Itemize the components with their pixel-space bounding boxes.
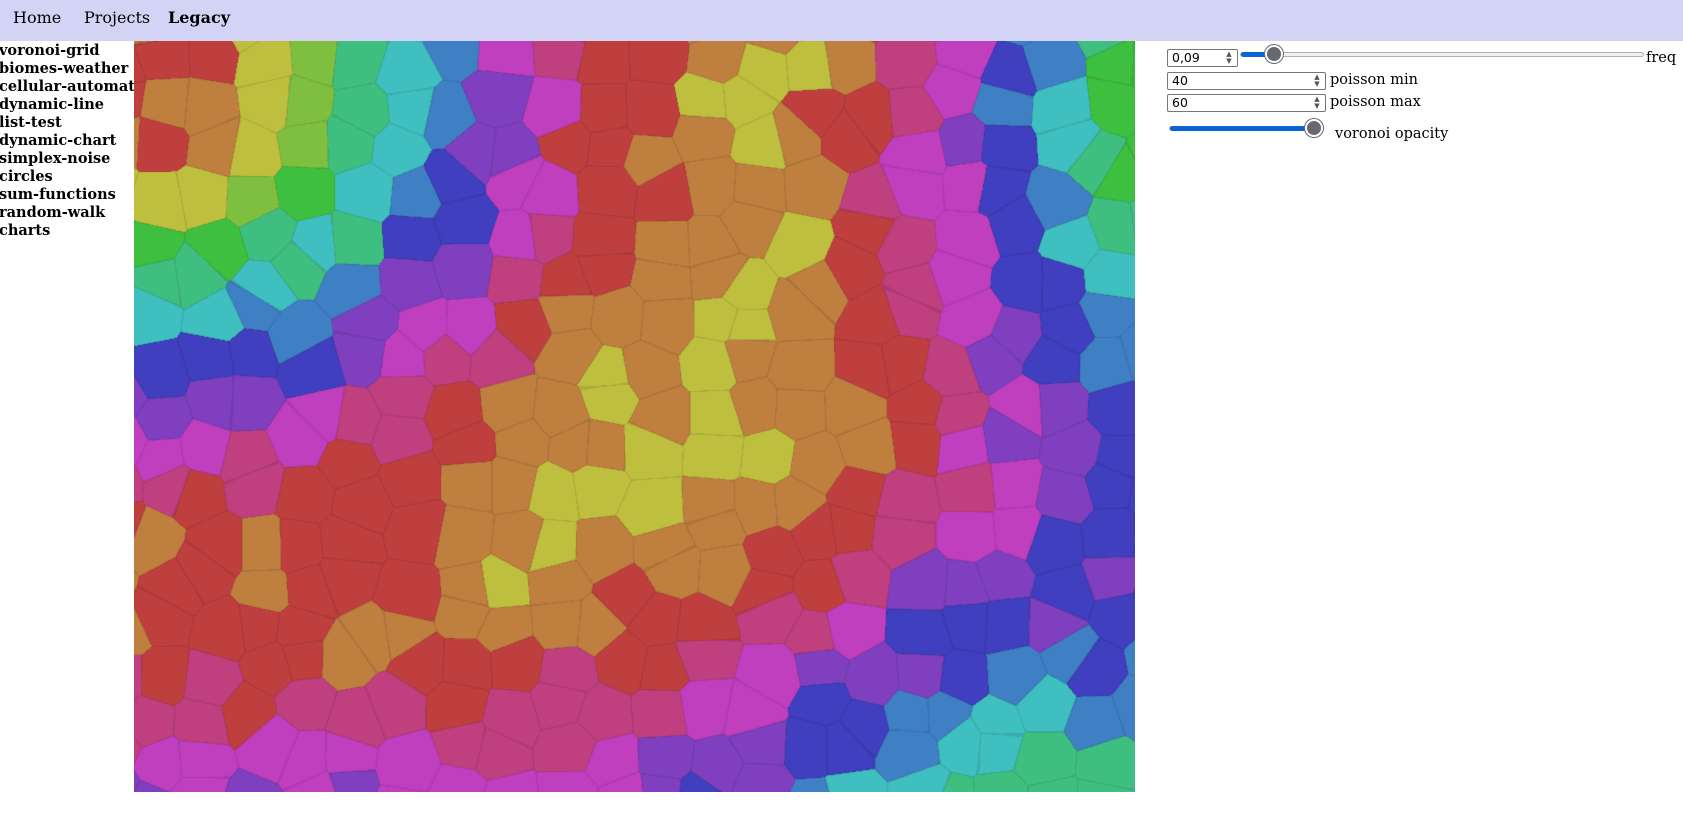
voronoi-opacity-slider-thumb[interactable] (1305, 119, 1323, 137)
poisson-min-value: 40 (1172, 73, 1188, 88)
freq-value: 0,09 (1172, 50, 1200, 65)
voronoi-canvas[interactable] (134, 41, 1135, 792)
freq-label: freq (1646, 50, 1677, 66)
freq-spinner-icon[interactable]: ▲ ▼ (1223, 51, 1235, 65)
nav-legacy-link[interactable]: Legacy (168, 8, 230, 27)
sidebar-item-list-test[interactable]: list-test (0, 114, 130, 132)
poisson-min-spinner-icon[interactable]: ▲ ▼ (1311, 74, 1323, 88)
voronoi-opacity-slider[interactable] (1169, 119, 1323, 137)
sidebar-item-charts[interactable]: charts (0, 222, 130, 240)
poisson-max-spinner-icon[interactable]: ▲ ▼ (1311, 96, 1323, 110)
sidebar-item-cellular-automata[interactable]: cellular-automata (0, 78, 144, 96)
freq-slider-thumb[interactable] (1265, 45, 1284, 63)
voronoi-opacity-slider-fill (1170, 126, 1314, 131)
nav-projects-link[interactable]: Projects (84, 8, 150, 27)
poisson-max-value: 60 (1172, 95, 1188, 110)
sidebar-item-sum-functions[interactable]: sum-functions (0, 186, 130, 204)
sidebar-item-dynamic-line[interactable]: dynamic-line (0, 96, 130, 114)
sidebar-item-voronoi-grid[interactable]: voronoi-grid (0, 42, 130, 60)
freq-input[interactable]: 0,09 ▲ ▼ (1167, 49, 1238, 67)
sidebar-item-random-walk[interactable]: random-walk (0, 204, 130, 222)
poisson-min-input[interactable]: 40 ▲ ▼ (1167, 72, 1326, 90)
freq-slider[interactable] (1240, 45, 1644, 63)
sidebar-item-circles[interactable]: circles (0, 168, 130, 186)
sidebar-project-list: voronoi-grid biomes-weather cellular-aut… (0, 42, 144, 240)
sidebar-item-simplex-noise[interactable]: simplex-noise (0, 150, 130, 168)
poisson-max-label: poisson max (1330, 94, 1421, 110)
top-navigation-bar: Home Projects Legacy (0, 0, 1683, 41)
sidebar-item-biomes-weather[interactable]: biomes-weather (0, 60, 130, 78)
sidebar-item-dynamic-chart[interactable]: dynamic-chart (0, 132, 130, 150)
poisson-min-label: poisson min (1330, 72, 1418, 88)
voronoi-opacity-label: voronoi opacity (1335, 126, 1449, 142)
poisson-max-input[interactable]: 60 ▲ ▼ (1167, 94, 1326, 112)
nav-home-link[interactable]: Home (13, 8, 61, 27)
